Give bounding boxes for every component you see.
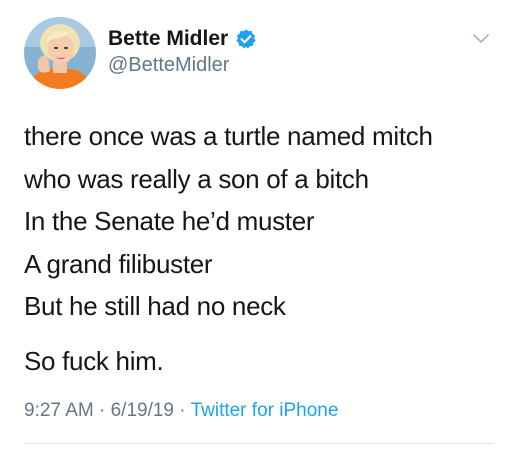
chevron-down-icon[interactable] (471, 32, 491, 46)
tweet-line: So fuck him. (24, 345, 164, 376)
tweet-source-link[interactable]: Twitter for iPhone (191, 400, 339, 421)
profile-photo (24, 17, 96, 89)
verified-badge-icon (236, 29, 256, 49)
tweet-line: who was really a son of a bitch (24, 163, 369, 194)
tweet-line: But he still had no neck (24, 291, 286, 321)
meta-separator: · (99, 400, 106, 421)
display-name[interactable]: Bette Midler (108, 27, 228, 51)
user-handle[interactable]: @BetteMidler (108, 54, 229, 77)
tweet-line: A grand filibuster (24, 248, 213, 279)
tweet-line: In the Senate he’d muster (24, 206, 315, 236)
meta-separator: · (179, 400, 186, 421)
tweet-time[interactable]: 9:27 AM (24, 400, 94, 421)
tweet-meta: 9:27 AM · 6/19/19 · Twitter for iPhone (24, 400, 338, 422)
tweet-card: Bette Midler @BetteMidler there once was… (0, 0, 512, 449)
tweet-text: there once was a turtle named mitch who … (24, 115, 494, 382)
avatar[interactable] (24, 17, 96, 89)
tweet-date[interactable]: 6/19/19 (111, 400, 174, 421)
divider (24, 443, 494, 444)
tweet-line: there once was a turtle named mitch (24, 121, 433, 151)
